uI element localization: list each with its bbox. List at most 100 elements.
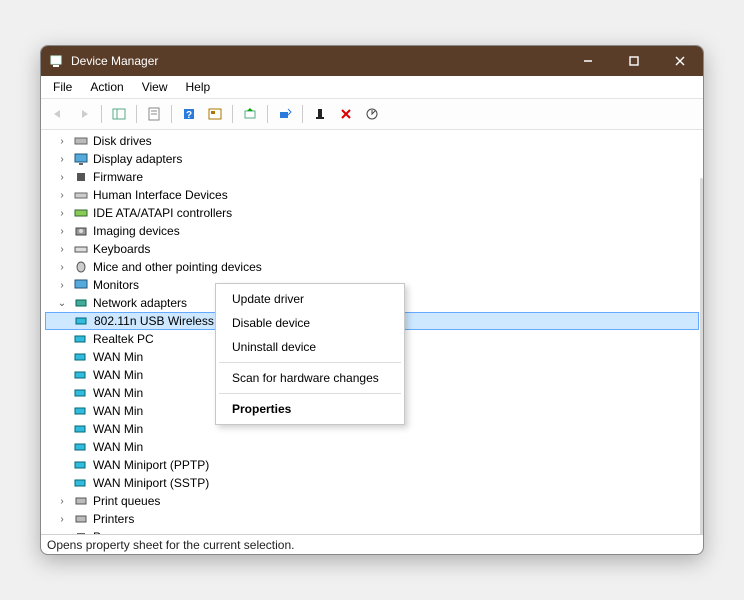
menu-bar: File Action View Help (41, 76, 703, 98)
tree-label: Printers (93, 512, 134, 526)
toolbar-separator (171, 105, 172, 123)
chevron-right-icon: › (55, 136, 69, 147)
adapter-icon (73, 368, 89, 382)
uninstall-button[interactable] (335, 103, 357, 125)
tree-label: IDE ATA/ATAPI controllers (93, 206, 232, 220)
tree-label: Disk drives (93, 134, 152, 148)
svg-text:?: ? (186, 110, 192, 121)
tree-label: Monitors (93, 278, 139, 292)
tree-label: Display adapters (93, 152, 182, 166)
adapter-icon (74, 314, 90, 328)
chevron-right-icon: › (55, 226, 69, 237)
toolbar-separator (302, 105, 303, 123)
mouse-icon (73, 260, 89, 274)
tree-label: WAN Min (93, 386, 143, 400)
tree-item-ide[interactable]: › IDE ATA/ATAPI controllers (45, 204, 699, 222)
menu-item-disable-device[interactable]: Disable device (218, 311, 402, 335)
toolbar: ? (41, 98, 703, 130)
network-icon (73, 296, 89, 310)
help-button[interactable]: ? (178, 103, 200, 125)
chevron-right-icon: › (55, 172, 69, 183)
tree-label: WAN Min (93, 404, 143, 418)
tree-label: Imaging devices (93, 224, 180, 238)
refresh-button[interactable] (204, 103, 226, 125)
context-menu: Update driver Disable device Uninstall d… (215, 283, 405, 425)
enable-button[interactable] (309, 103, 331, 125)
tree-label: WAN Min (93, 422, 143, 436)
chevron-down-icon: ⌄ (55, 298, 69, 309)
adapter-icon (73, 440, 89, 454)
menu-item-uninstall-device[interactable]: Uninstall device (218, 335, 402, 359)
show-hide-tree-button[interactable] (108, 103, 130, 125)
tree-label: Keyboards (93, 242, 150, 256)
ide-icon (73, 206, 89, 220)
tree-item-adapter[interactable]: WAN Min (45, 438, 699, 456)
chevron-right-icon: › (55, 280, 69, 291)
disable-button[interactable] (274, 103, 296, 125)
tree-item-print-queues[interactable]: ›Print queues (45, 492, 699, 510)
minimize-button[interactable] (565, 46, 611, 76)
content-area: › Disk drives › Display adapters › Firmware… (41, 130, 703, 554)
status-bar: Opens property sheet for the current sel… (41, 534, 703, 554)
menu-action[interactable]: Action (82, 78, 131, 96)
adapter-icon (73, 350, 89, 364)
window-title: Device Manager (71, 54, 565, 68)
camera-icon (73, 224, 89, 238)
tree-label: WAN Min (93, 350, 143, 364)
cpu-icon (73, 530, 89, 534)
menu-separator (219, 393, 401, 394)
printer-icon (73, 494, 89, 508)
tree-label: Firmware (93, 170, 143, 184)
update-driver-button[interactable] (239, 103, 261, 125)
chevron-right-icon: › (55, 154, 69, 165)
menu-item-properties[interactable]: Properties (218, 397, 402, 421)
chevron-right-icon: › (55, 190, 69, 201)
menu-help[interactable]: Help (178, 78, 219, 96)
adapter-icon (73, 476, 89, 490)
menu-view[interactable]: View (134, 78, 176, 96)
tree-label: Mice and other pointing devices (93, 260, 262, 274)
tree-label: WAN Min (93, 440, 143, 454)
tree-label: Realtek PC (93, 332, 154, 346)
title-bar: Device Manager (41, 46, 703, 76)
chevron-right-icon: › (55, 532, 69, 535)
chevron-right-icon: › (55, 262, 69, 273)
tree-item-adapter[interactable]: WAN Miniport (PPTP) (45, 456, 699, 474)
tree-item-firmware[interactable]: › Firmware (45, 168, 699, 186)
tree-item-adapter[interactable]: WAN Miniport (SSTP) (45, 474, 699, 492)
close-button[interactable] (657, 46, 703, 76)
keyboard-icon (73, 242, 89, 256)
tree-item-mice[interactable]: › Mice and other pointing devices (45, 258, 699, 276)
toolbar-separator (267, 105, 268, 123)
properties-button[interactable] (143, 103, 165, 125)
toolbar-separator (136, 105, 137, 123)
menu-item-scan-hardware[interactable]: Scan for hardware changes (218, 366, 402, 390)
tree-label: Print queues (93, 494, 160, 508)
tree-item-imaging[interactable]: › Imaging devices (45, 222, 699, 240)
adapter-icon (73, 386, 89, 400)
tree-label: Processors (93, 530, 153, 534)
tree-label: Network adapters (93, 296, 187, 310)
tree-item-printers[interactable]: › Printers (45, 510, 699, 528)
app-icon (49, 53, 65, 69)
maximize-button[interactable] (611, 46, 657, 76)
device-tree[interactable]: › Disk drives › Display adapters › Firmware… (41, 130, 703, 534)
menu-item-update-driver[interactable]: Update driver (218, 287, 402, 311)
chevron-right-icon: › (55, 208, 69, 219)
tree-item-disk-drives[interactable]: › Disk drives (45, 132, 699, 150)
tree-item-display-adapters[interactable]: › Display adapters (45, 150, 699, 168)
tree-item-processors[interactable]: › Processors (45, 528, 699, 534)
device-manager-window: Device Manager File Action View Help ? ›… (40, 45, 704, 555)
back-button (47, 103, 69, 125)
scrollbar[interactable] (700, 178, 703, 534)
forward-button (73, 103, 95, 125)
tree-item-hid[interactable]: ›Human Interface Devices (45, 186, 699, 204)
menu-file[interactable]: File (45, 78, 80, 96)
disk-icon (73, 134, 89, 148)
chevron-right-icon: › (55, 514, 69, 525)
adapter-icon (73, 422, 89, 436)
adapter-icon (73, 458, 89, 472)
adapter-icon (73, 332, 89, 346)
tree-item-keyboards[interactable]: ›Keyboards (45, 240, 699, 258)
scan-hardware-button[interactable] (361, 103, 383, 125)
